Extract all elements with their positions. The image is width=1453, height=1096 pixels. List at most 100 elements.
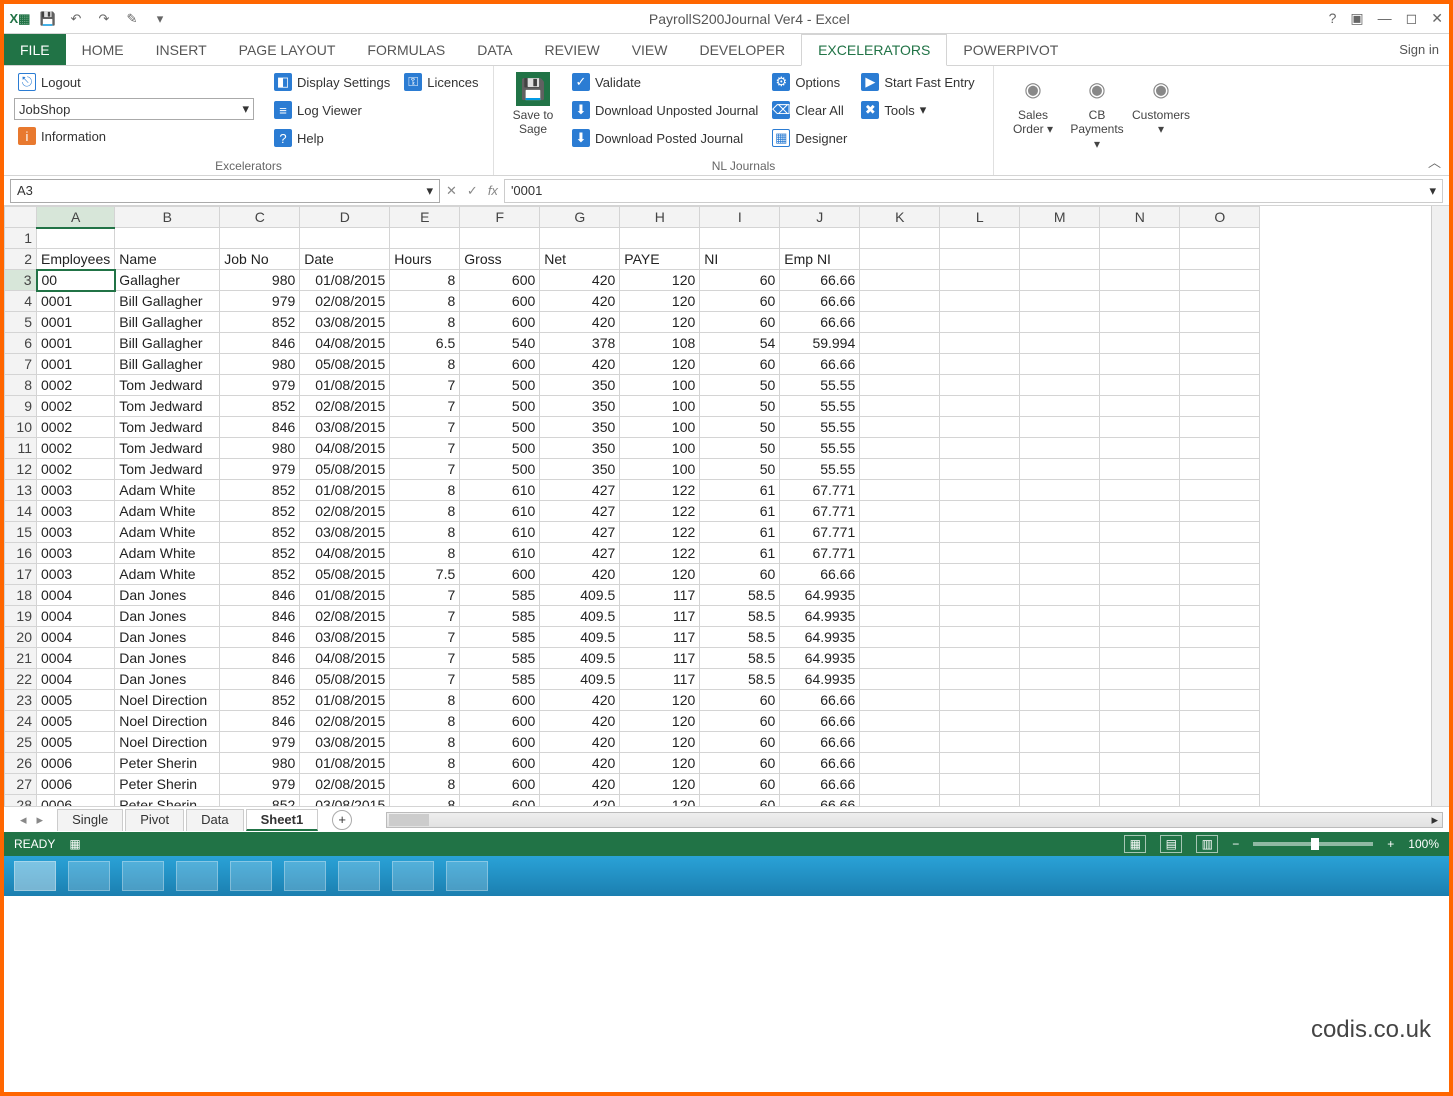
cell[interactable]: 02/08/2015	[300, 711, 390, 732]
cell[interactable]: 60	[700, 354, 780, 375]
column-header-J[interactable]: J	[780, 207, 860, 228]
cell[interactable]: 7	[390, 438, 460, 459]
cell[interactable]	[390, 228, 460, 249]
cell[interactable]: Bill Gallagher	[115, 354, 220, 375]
cell[interactable]: 67.771	[780, 480, 860, 501]
cell[interactable]	[1180, 354, 1260, 375]
cell[interactable]: Hours	[390, 249, 460, 270]
view-layout-icon[interactable]: ▤	[1160, 835, 1182, 853]
cell[interactable]: 852	[220, 501, 300, 522]
cell[interactable]: 846	[220, 417, 300, 438]
cell[interactable]	[860, 732, 940, 753]
minimize-icon[interactable]: —	[1378, 10, 1392, 27]
cell[interactable]: Peter Sherin	[115, 795, 220, 807]
cell[interactable]	[940, 795, 1020, 807]
row-header[interactable]: 7	[5, 354, 37, 375]
cell[interactable]: 350	[540, 417, 620, 438]
cell[interactable]: 120	[620, 732, 700, 753]
cell[interactable]	[940, 669, 1020, 690]
formula-input[interactable]: '0001▾	[504, 179, 1443, 203]
cell[interactable]: Tom Jedward	[115, 396, 220, 417]
tab-developer[interactable]: DEVELOPER	[683, 34, 801, 65]
cell[interactable]	[1100, 396, 1180, 417]
cell[interactable]: 60	[700, 795, 780, 807]
cell[interactable]: 409.5	[540, 669, 620, 690]
cell[interactable]	[940, 753, 1020, 774]
cell[interactable]: 05/08/2015	[300, 459, 390, 480]
cell[interactable]	[860, 480, 940, 501]
taskbar-item[interactable]	[392, 861, 434, 891]
cell[interactable]: 58.5	[700, 606, 780, 627]
cell[interactable]: 64.9935	[780, 585, 860, 606]
cell[interactable]: 7	[390, 648, 460, 669]
cell[interactable]: 117	[620, 627, 700, 648]
cell[interactable]: 100	[620, 438, 700, 459]
cell[interactable]: 117	[620, 669, 700, 690]
cell[interactable]: Noel Direction	[115, 711, 220, 732]
close-icon[interactable]: ✕	[1431, 10, 1443, 27]
tab-view[interactable]: VIEW	[616, 34, 684, 65]
cell[interactable]: 100	[620, 396, 700, 417]
row-header[interactable]: 18	[5, 585, 37, 606]
cell[interactable]	[1020, 312, 1100, 333]
cell[interactable]	[1100, 480, 1180, 501]
cell[interactable]	[540, 228, 620, 249]
cell[interactable]: 50	[700, 396, 780, 417]
cell[interactable]: 0004	[37, 585, 115, 606]
cell[interactable]	[780, 228, 860, 249]
cell[interactable]	[1180, 312, 1260, 333]
cell[interactable]	[1020, 606, 1100, 627]
cell[interactable]	[860, 711, 940, 732]
cell[interactable]	[1020, 522, 1100, 543]
tab-review[interactable]: REVIEW	[528, 34, 615, 65]
formula-cancel-icon[interactable]: ✕	[446, 183, 457, 199]
cell[interactable]	[860, 585, 940, 606]
cell[interactable]: 0001	[37, 312, 115, 333]
cell[interactable]	[1100, 711, 1180, 732]
cell[interactable]	[1100, 795, 1180, 807]
cell[interactable]: 0004	[37, 606, 115, 627]
cell[interactable]: 585	[460, 648, 540, 669]
cell[interactable]: 120	[620, 564, 700, 585]
cell[interactable]: 61	[700, 543, 780, 564]
cell[interactable]	[1100, 543, 1180, 564]
cell[interactable]	[860, 795, 940, 807]
cell[interactable]: 852	[220, 480, 300, 501]
cell[interactable]: 05/08/2015	[300, 669, 390, 690]
cell[interactable]: 585	[460, 669, 540, 690]
cell[interactable]	[300, 228, 390, 249]
cell[interactable]: 420	[540, 270, 620, 291]
cell[interactable]	[1020, 228, 1100, 249]
cell[interactable]	[860, 627, 940, 648]
cell[interactable]: 04/08/2015	[300, 648, 390, 669]
options-button[interactable]: ⚙Options	[768, 70, 851, 94]
cell[interactable]: 117	[620, 648, 700, 669]
cell[interactable]	[1180, 543, 1260, 564]
cell[interactable]: 120	[620, 270, 700, 291]
cell[interactable]: 7	[390, 396, 460, 417]
cell[interactable]: Dan Jones	[115, 648, 220, 669]
cell[interactable]: 66.66	[780, 312, 860, 333]
cell[interactable]: 980	[220, 354, 300, 375]
sales-order-button[interactable]: ◉ Sales Order ▾	[1004, 70, 1062, 157]
cell[interactable]: Tom Jedward	[115, 375, 220, 396]
horizontal-scrollbar[interactable]: ▸	[386, 812, 1443, 828]
cell[interactable]	[460, 228, 540, 249]
cell[interactable]: 117	[620, 585, 700, 606]
cell[interactable]: 59.994	[780, 333, 860, 354]
row-header[interactable]: 3	[5, 270, 37, 291]
cell[interactable]: 03/08/2015	[300, 627, 390, 648]
cell[interactable]: 03/08/2015	[300, 795, 390, 807]
row-header[interactable]: 22	[5, 669, 37, 690]
sheet-tab-data[interactable]: Data	[186, 809, 243, 831]
view-pagebreak-icon[interactable]: ▥	[1196, 835, 1218, 853]
cell[interactable]	[940, 396, 1020, 417]
cell[interactable]	[1180, 417, 1260, 438]
cell[interactable]: Net	[540, 249, 620, 270]
cell[interactable]: 66.66	[780, 291, 860, 312]
cell[interactable]	[940, 228, 1020, 249]
cell[interactable]	[37, 228, 115, 249]
column-header-A[interactable]: A	[37, 207, 115, 228]
cell[interactable]	[1020, 459, 1100, 480]
cell[interactable]	[1100, 564, 1180, 585]
